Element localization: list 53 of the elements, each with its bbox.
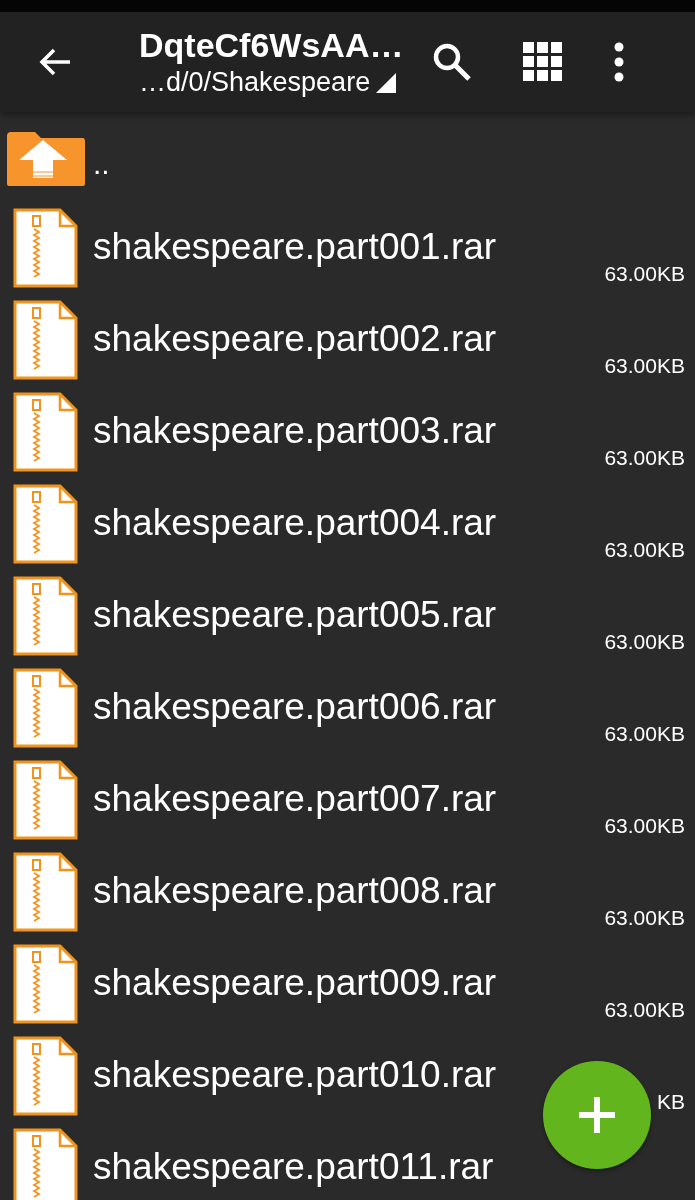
dropdown-triangle-icon[interactable]	[376, 73, 397, 93]
archive-file-icon	[12, 1127, 79, 1200]
archive-file-icon	[12, 759, 79, 841]
file-item[interactable]: shakespeare.part011.rar	[0, 1125, 695, 1200]
file-name: shakespeare.part008.rar	[93, 869, 498, 913]
file-name: shakespeare.part004.rar	[93, 501, 498, 545]
archive-file-icon	[12, 943, 79, 1025]
search-icon[interactable]	[432, 42, 472, 82]
file-size: 63.00KB	[604, 261, 685, 287]
archive-file-icon	[12, 667, 79, 749]
archive-file-icon	[12, 851, 79, 933]
file-size: 63.00KB	[604, 721, 685, 747]
file-name: shakespeare.part002.rar	[93, 317, 498, 361]
file-item[interactable]: shakespeare.part001.rar 63.00KB	[0, 205, 695, 297]
file-name: shakespeare.part010.rar	[93, 1053, 498, 1097]
file-item[interactable]: shakespeare.part008.rar 63.00KB	[0, 849, 695, 941]
parent-folder-item[interactable]: ..	[0, 112, 695, 205]
grid-view-icon[interactable]	[523, 42, 563, 82]
file-item[interactable]: shakespeare.part003.rar 63.00KB	[0, 389, 695, 481]
file-size: 63.00KB	[604, 537, 685, 563]
file-size: 63.00KB	[604, 997, 685, 1023]
file-item[interactable]: shakespeare.part005.rar 63.00KB	[0, 573, 695, 665]
archive-file-icon	[12, 299, 79, 381]
file-size: 63.00KB	[604, 629, 685, 655]
file-name: shakespeare.part007.rar	[93, 777, 498, 821]
file-size: 63.00KB	[604, 445, 685, 471]
add-button[interactable]	[543, 1061, 651, 1169]
file-name: shakespeare.part005.rar	[93, 593, 498, 637]
file-size: 63.00KB	[604, 905, 685, 931]
file-item[interactable]: shakespeare.part002.rar 63.00KB	[0, 297, 695, 389]
file-item[interactable]: shakespeare.part006.rar 63.00KB	[0, 665, 695, 757]
file-name: shakespeare.part001.rar	[93, 225, 498, 269]
folder-up-icon	[5, 129, 87, 188]
archive-file-icon	[12, 483, 79, 565]
file-name: shakespeare.part003.rar	[93, 409, 498, 453]
file-item[interactable]: shakespeare.part007.rar 63.00KB	[0, 757, 695, 849]
folder-title: DqteCf6WsAA…	[139, 25, 405, 65]
more-options-icon[interactable]	[613, 42, 625, 82]
archive-file-icon	[12, 391, 79, 473]
file-size: KB	[657, 1089, 685, 1115]
archive-file-icon	[12, 207, 79, 289]
file-item[interactable]: shakespeare.part009.rar 63.00KB	[0, 941, 695, 1033]
file-size: 63.00KB	[604, 353, 685, 379]
archive-file-icon	[12, 1035, 79, 1117]
file-name: shakespeare.part006.rar	[93, 685, 498, 729]
file-item[interactable]: shakespeare.part004.rar 63.00KB	[0, 481, 695, 573]
file-name: shakespeare.part009.rar	[93, 961, 498, 1005]
file-item[interactable]: shakespeare.part010.rar KB	[0, 1033, 695, 1125]
file-name: shakespeare.part011.rar	[93, 1145, 495, 1189]
archive-file-icon	[12, 575, 79, 657]
back-arrow-icon[interactable]	[38, 47, 72, 77]
path-selector[interactable]: …d/0/Shakespeare	[139, 65, 429, 99]
file-size: 63.00KB	[604, 813, 685, 839]
